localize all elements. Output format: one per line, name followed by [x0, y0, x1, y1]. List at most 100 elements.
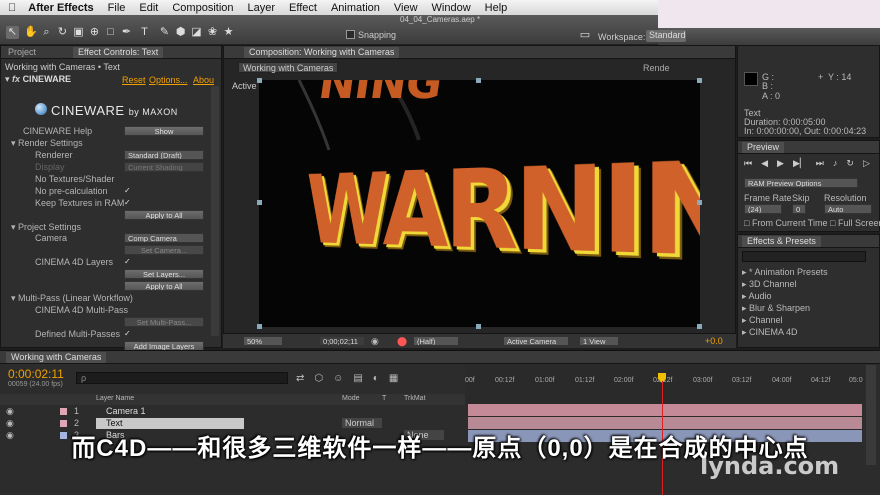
effect-options-link[interactable]: Options... [149, 75, 188, 85]
set-camera-button[interactable]: Set Camera... [124, 245, 204, 255]
effects-item[interactable]: ▸ Blur & Sharpen [742, 303, 810, 314]
selection-tool-icon[interactable]: ↖ [6, 26, 19, 39]
effects-search-input[interactable] [742, 251, 866, 262]
effects-item[interactable]: ▸ Channel [742, 315, 783, 326]
apply-all-render-button[interactable]: Apply to All [124, 210, 204, 220]
loop-icon[interactable]: ↻ [846, 158, 854, 169]
layer-name[interactable]: Camera 1 [106, 406, 146, 416]
time-ruler[interactable] [465, 365, 865, 405]
c4d-layers-checkbox[interactable]: ✓ [124, 258, 131, 266]
effects-item[interactable]: ▸ * Animation Presets [742, 267, 828, 278]
c4d-multipass-checkbox[interactable] [124, 306, 131, 313]
menu-view[interactable]: View [394, 2, 418, 14]
frame-rate-select[interactable]: (24) [744, 204, 782, 214]
pan-behind-tool-icon[interactable]: ⊕ [88, 26, 101, 39]
menu-composition[interactable]: Composition [172, 2, 233, 14]
resolution-select[interactable]: (Half) [413, 336, 459, 346]
tab-project[interactable]: Project [3, 47, 41, 58]
frame-blend-icon[interactable]: ▤ [353, 373, 362, 384]
tab-effects-presets[interactable]: Effects & Presets [742, 236, 821, 247]
keep-textures-checkbox[interactable]: ✓ [124, 199, 131, 207]
composition-canvas[interactable]: NING WARNING [259, 80, 700, 327]
visibility-icon[interactable]: ◉ [6, 406, 14, 417]
apply-all-project-button[interactable]: Apply to All [124, 281, 204, 291]
apple-icon[interactable]:  [8, 2, 16, 14]
layer-mode-select[interactable]: Normal [342, 418, 382, 428]
layer-row[interactable]: ◉ 1 Camera 1 [0, 406, 465, 417]
menu-window[interactable]: Window [432, 2, 471, 14]
bounding-handle[interactable] [257, 78, 262, 83]
from-current-row[interactable]: □ From Current Time [744, 218, 827, 228]
camera-tool-icon[interactable]: ▣ [72, 26, 85, 39]
effect-scrollbar[interactable] [211, 86, 219, 336]
eraser-tool-icon[interactable]: ◪ [190, 26, 203, 39]
last-frame-icon[interactable]: ⏭ [816, 158, 824, 169]
no-precalc-checkbox[interactable]: ✓ [124, 187, 131, 195]
camera-select[interactable]: Comp Camera [124, 233, 204, 243]
channel-icon[interactable]: ⬤ [397, 336, 407, 347]
audio-icon[interactable]: ♪ [833, 158, 838, 169]
first-frame-icon[interactable]: ⏮ [744, 158, 752, 169]
effects-item[interactable]: ▸ 3D Channel [742, 279, 797, 290]
snapshot-icon[interactable]: ◉ [371, 336, 379, 347]
comp-subtab[interactable]: Working with Cameras [238, 62, 339, 73]
shy-icon[interactable]: ☺ [333, 373, 343, 384]
pen-tool-icon[interactable]: ✒ [120, 26, 133, 39]
timeline-search-input[interactable]: ρ [76, 372, 288, 384]
effects-item[interactable]: ▸ CINEMA 4D [742, 327, 798, 338]
exposure-value[interactable]: +0.0 [705, 336, 723, 346]
renderer-select[interactable]: Standard (Draft) [124, 150, 204, 160]
app-menu[interactable]: After Effects [28, 2, 93, 14]
menu-animation[interactable]: Animation [331, 2, 380, 14]
bounding-handle[interactable] [697, 200, 702, 205]
effect-about-link[interactable]: Abou [193, 75, 214, 85]
camera-view-select[interactable]: Active Camera [503, 336, 569, 346]
set-multipass-button[interactable]: Set Multi-Pass... [124, 317, 204, 327]
effects-item[interactable]: ▸ Audio [742, 291, 772, 302]
bounding-handle[interactable] [697, 78, 702, 83]
bounding-handle[interactable] [257, 324, 262, 329]
project-settings-group[interactable]: ▾ Project Settings [11, 222, 223, 233]
multipass-group[interactable]: ▾ Multi-Pass (Linear Workflow) [11, 293, 223, 304]
display-select[interactable]: Current Shading [124, 162, 204, 172]
tab-timeline[interactable]: Working with Cameras [6, 352, 107, 363]
menu-effect[interactable]: Effect [289, 2, 317, 14]
motion-blur-icon[interactable]: ◐ [373, 373, 379, 384]
hand-tool-icon[interactable]: ✋ [24, 26, 38, 39]
help-show-button[interactable]: Show [124, 126, 204, 136]
roto-brush-icon[interactable]: ❀ [206, 26, 219, 39]
bounding-handle[interactable] [257, 200, 262, 205]
layer-bar-camera[interactable] [468, 404, 862, 416]
workspace-select[interactable]: Standard [646, 30, 686, 42]
menu-layer[interactable]: Layer [248, 2, 276, 14]
bounding-handle[interactable] [476, 78, 481, 83]
brush-tool-icon[interactable]: ✎ [158, 26, 171, 39]
rotate-tool-icon[interactable]: ↻ [56, 26, 69, 39]
render-settings-group[interactable]: ▾ Render Settings [11, 138, 223, 149]
clone-tool-icon[interactable]: ⬢ [174, 26, 187, 39]
type-tool-icon[interactable]: T [138, 26, 151, 39]
play-icon[interactable]: ▶ [777, 158, 784, 169]
no-textures-checkbox[interactable] [124, 175, 131, 182]
effect-reset-link[interactable]: Reset [122, 75, 146, 85]
ram-preview-icon[interactable]: ▷ [863, 158, 870, 169]
prev-frame-icon[interactable]: ◀ [761, 158, 768, 169]
puppet-tool-icon[interactable]: ★ [222, 26, 235, 39]
ram-options-select[interactable]: RAM Preview Options [744, 178, 858, 188]
snapping-checkbox[interactable] [346, 30, 355, 39]
rectangle-tool-icon[interactable]: □ [104, 26, 117, 39]
views-select[interactable]: 1 View [579, 336, 619, 346]
skip-input[interactable]: 0 [792, 204, 806, 214]
menu-help[interactable]: Help [485, 2, 508, 14]
set-layers-button[interactable]: Set Layers... [124, 269, 204, 279]
full-screen-row[interactable]: □ Full Screen [830, 218, 880, 228]
comp-timecode[interactable]: 0;00;02;11 [319, 336, 365, 346]
tab-composition[interactable]: Composition: Working with Cameras [244, 47, 400, 58]
defined-multipasses-checkbox[interactable]: ✓ [124, 330, 131, 338]
next-frame-icon[interactable]: ▶▏ [793, 158, 807, 169]
bounding-handle[interactable] [476, 324, 481, 329]
graph-editor-icon[interactable]: ▦ [389, 373, 398, 384]
zoom-tool-icon[interactable]: ⌕ [40, 26, 53, 39]
bounding-handle[interactable] [697, 324, 702, 329]
resolution-preview-select[interactable]: Auto [824, 204, 872, 214]
